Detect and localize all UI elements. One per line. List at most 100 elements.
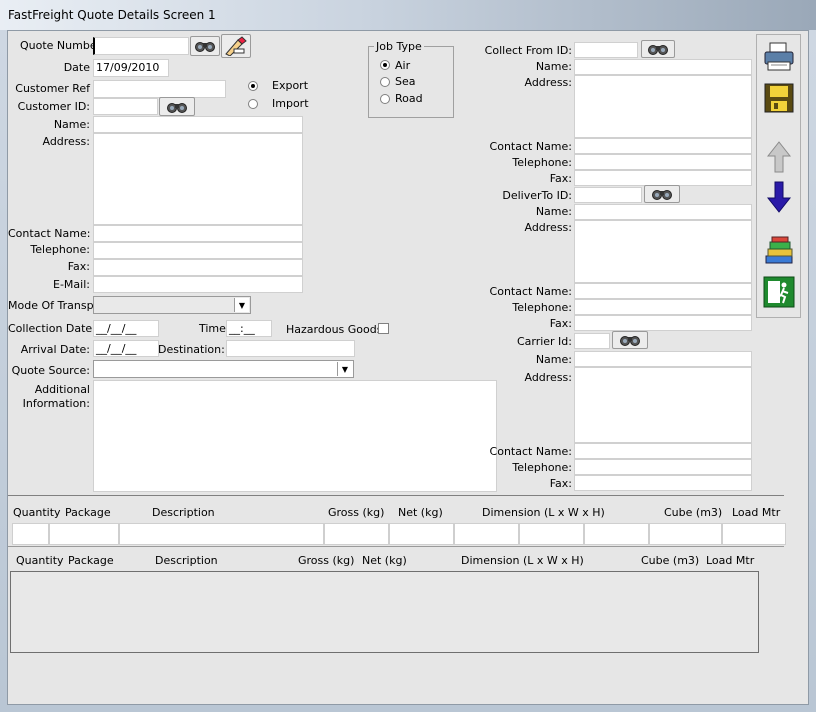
customer-id-input[interactable] (93, 98, 158, 115)
collect-contact-input[interactable] (574, 138, 752, 154)
items-list[interactable] (10, 571, 759, 653)
arrival-date-label: Arrival Date: (20, 343, 90, 356)
quote-number-label: Quote Number (20, 39, 102, 52)
items-header-dimension: Dimension (L x W x H) (461, 554, 584, 567)
carrier-id-label: Carrier Id: (516, 335, 572, 348)
entry-net-input[interactable] (389, 523, 454, 545)
carrier-address-input[interactable] (574, 367, 752, 443)
collect-from-id-input[interactable] (574, 42, 638, 58)
arrival-date-input[interactable]: __/__/__ (93, 340, 159, 357)
customer-ref-input[interactable] (93, 80, 226, 98)
deliver-to-id-input[interactable] (574, 187, 642, 203)
books-icon (765, 236, 793, 264)
deliver-contact-input[interactable] (574, 283, 752, 299)
items-header-gross: Gross (kg) (298, 554, 355, 567)
additional-info-input[interactable] (93, 380, 497, 492)
carrier-id-input[interactable] (574, 333, 610, 349)
deliver-fax-input[interactable] (574, 315, 752, 331)
customer-email-label: E-Mail: (53, 278, 90, 291)
title-bar: FastFreight Quote Details Screen 1 (0, 0, 816, 30)
carrier-name-label: Name: (535, 353, 572, 366)
customer-address-input[interactable] (93, 133, 303, 225)
carrier-fax-input[interactable] (574, 475, 752, 491)
destination-input[interactable] (226, 340, 355, 357)
pencil-hand-icon (225, 36, 247, 56)
search-customer-button[interactable] (159, 97, 195, 116)
window-title: FastFreight Quote Details Screen 1 (8, 8, 216, 22)
collect-name-input[interactable] (574, 59, 752, 75)
quote-number-input[interactable] (93, 37, 189, 55)
entry-header-dimension: Dimension (L x W x H) (482, 506, 605, 519)
collect-name-label: Name: (535, 60, 572, 73)
deliver-name-input[interactable] (574, 204, 752, 220)
job-type-air-radio[interactable] (380, 60, 390, 70)
carrier-name-input[interactable] (574, 351, 752, 367)
job-type-sea-radio[interactable] (380, 77, 390, 87)
customer-name-input[interactable] (93, 116, 303, 133)
customer-email-input[interactable] (93, 276, 303, 293)
exit-button[interactable] (760, 274, 798, 310)
entry-dimension-l-input[interactable] (454, 523, 519, 545)
deliver-to-id-label: DeliverTo ID: (502, 189, 572, 202)
edit-quote-button[interactable] (221, 34, 251, 58)
save-disk-icon (764, 83, 794, 113)
entry-package-input[interactable] (49, 523, 119, 545)
entry-dimension-h-input[interactable] (584, 523, 649, 545)
exit-icon (763, 276, 795, 308)
quote-source-label: Quote Source: (11, 364, 90, 377)
search-collect-button[interactable] (641, 40, 675, 58)
mode-of-transport-select[interactable]: ▼ (93, 296, 251, 314)
entry-quantity-input[interactable] (12, 523, 49, 545)
collect-telephone-input[interactable] (574, 154, 752, 170)
chevron-down-icon[interactable]: ▼ (234, 298, 249, 312)
import-radio[interactable] (248, 99, 258, 109)
additional-info-label-1: Additional (34, 383, 90, 396)
printer-icon (764, 42, 794, 71)
binoculars-icon (195, 42, 215, 52)
binoculars-icon (648, 45, 668, 55)
date-input[interactable]: 17/09/2010 (93, 59, 169, 77)
customer-telephone-label: Telephone: (30, 243, 90, 256)
entry-load-mtr-input[interactable] (722, 523, 786, 545)
customer-telephone-input[interactable] (93, 242, 303, 259)
deliver-address-input[interactable] (574, 220, 752, 283)
search-quote-button[interactable] (190, 36, 220, 56)
chevron-down-icon[interactable]: ▼ (337, 362, 352, 376)
print-button[interactable] (760, 39, 798, 75)
divider (8, 495, 784, 496)
entry-gross-input[interactable] (324, 523, 389, 545)
entry-description-input[interactable] (119, 523, 324, 545)
time-input[interactable]: __:__ (226, 320, 272, 337)
export-label: Export (272, 79, 309, 92)
job-type-road-radio[interactable] (380, 94, 390, 104)
export-radio[interactable] (248, 81, 258, 91)
deliver-telephone-input[interactable] (574, 299, 752, 315)
search-deliver-button[interactable] (644, 185, 680, 203)
next-record-button[interactable] (760, 179, 798, 215)
entry-dimension-w-input[interactable] (519, 523, 584, 545)
collect-address-input[interactable] (574, 75, 752, 138)
entry-header-description: Description (152, 506, 215, 519)
collection-date-input[interactable]: __/__/__ (93, 320, 159, 337)
previous-record-button[interactable] (760, 139, 798, 175)
entry-header-quantity: Quantity (13, 506, 61, 519)
customer-fax-label: Fax: (67, 260, 90, 273)
items-header-description: Description (155, 554, 218, 567)
customer-address-label: Address: (42, 135, 90, 148)
carrier-telephone-input[interactable] (574, 459, 752, 475)
entry-cube-input[interactable] (649, 523, 722, 545)
binoculars-icon (652, 190, 672, 200)
customer-contact-input[interactable] (93, 225, 303, 242)
hazardous-goods-checkbox[interactable] (378, 323, 389, 334)
books-button[interactable] (760, 233, 798, 269)
save-button[interactable] (760, 80, 798, 116)
customer-ref-label: Customer Ref (15, 82, 90, 95)
carrier-contact-input[interactable] (574, 443, 752, 459)
quote-source-select[interactable]: ▼ (93, 360, 354, 378)
collect-address-label: Address: (524, 76, 572, 89)
collect-fax-input[interactable] (574, 170, 752, 186)
entry-header-net: Net (kg) (398, 506, 443, 519)
search-carrier-button[interactable] (612, 331, 648, 349)
customer-fax-input[interactable] (93, 259, 303, 276)
binoculars-icon (620, 336, 640, 346)
